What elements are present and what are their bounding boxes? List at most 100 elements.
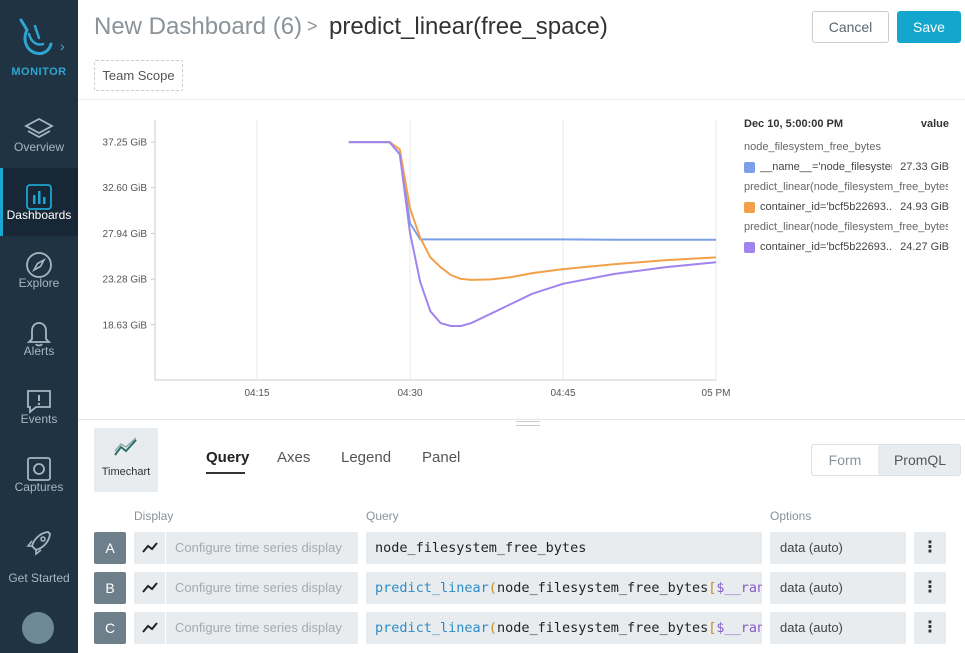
x-tick-label: 04:30: [397, 388, 422, 399]
display-config-field[interactable]: Configure time series display: [134, 572, 358, 604]
query-metric: node_filesystem_free_bytes: [375, 540, 587, 556]
tab-query[interactable]: Query: [206, 449, 249, 466]
query-input[interactable]: node_filesystem_free_bytes: [366, 532, 762, 564]
legend-series-name: container_id='bcf5b22693...': [760, 201, 892, 213]
mode-promql-button[interactable]: PromQL: [878, 445, 960, 475]
query-row: A Configure time series display node_fil…: [94, 532, 946, 564]
legend-swatch: [744, 162, 755, 173]
chart-type-label: Timechart: [101, 466, 151, 478]
line-style-icon[interactable]: [134, 532, 166, 564]
legend-series-name: container_id='bcf5b22693...': [760, 241, 892, 253]
sidebar-item-dashboards[interactable]: Dashboards: [0, 168, 78, 236]
x-tick-label: 04:15: [244, 388, 269, 399]
sidebar-item-label: Dashboards: [6, 208, 72, 222]
legend-timestamp: Dec 10, 5:00:00 PM: [744, 118, 844, 130]
resize-handle[interactable]: [516, 421, 540, 426]
chart-type-button[interactable]: Timechart: [94, 428, 158, 492]
sidebar-item-label: Explore: [18, 276, 60, 290]
legend-swatch: [744, 242, 755, 253]
more-vertical-icon[interactable]: ⋮: [914, 532, 946, 564]
column-header-options: Options: [770, 509, 812, 523]
y-tick-label: 27.94 GiB: [103, 229, 148, 240]
display-placeholder: Configure time series display: [175, 620, 342, 635]
query-variable: $__range: [716, 580, 762, 596]
chart-legend: Dec 10, 5:00:00 PM value node_filesystem…: [744, 118, 952, 257]
options-select[interactable]: data (auto): [770, 572, 906, 604]
query-function: predict_linear: [375, 580, 489, 596]
display-placeholder: Configure time series display: [175, 580, 342, 595]
query-row: B Configure time series display predict_…: [94, 572, 946, 604]
tab-legend[interactable]: Legend: [341, 449, 391, 466]
more-vertical-icon[interactable]: ⋮: [914, 572, 946, 604]
mode-form-button[interactable]: Form: [812, 445, 878, 475]
more-vertical-icon[interactable]: ⋮: [914, 612, 946, 644]
panel-divider: [78, 419, 965, 420]
sidebar-item-overview[interactable]: Overview: [0, 100, 78, 168]
query-row: C Configure time series display predict_…: [94, 612, 946, 644]
timechart-icon: [114, 437, 137, 456]
query-letter[interactable]: C: [94, 612, 126, 644]
legend-series-name: __name__='node_filesystem_free_bytes': [760, 161, 892, 173]
monitor-logo-icon: [19, 18, 53, 56]
legend-item[interactable]: container_id='bcf5b22693...' 24.93 GiB: [744, 197, 952, 217]
legend-value-header: value: [920, 118, 949, 130]
line-style-icon[interactable]: [134, 612, 166, 644]
y-tick-label: 37.25 GiB: [103, 138, 148, 149]
legend-item[interactable]: container_id='bcf5b22693...' 24.27 GiB: [744, 237, 952, 257]
tab-axes[interactable]: Axes: [277, 449, 310, 466]
options-select[interactable]: data (auto): [770, 532, 906, 564]
series-line: [348, 141, 717, 281]
column-header-query: Query: [366, 509, 399, 523]
display-config-field[interactable]: Configure time series display: [134, 612, 358, 644]
column-header-display: Display: [134, 509, 174, 523]
team-scope-button[interactable]: Team Scope: [94, 60, 183, 91]
y-tick-label: 23.28 GiB: [103, 275, 148, 286]
query-variable: $__range: [716, 620, 762, 636]
display-placeholder: Configure time series display: [175, 540, 342, 555]
query-mode-toggle: Form PromQL: [811, 444, 961, 476]
chevron-right-icon[interactable]: ›: [60, 38, 65, 54]
sidebar: › MONITOR Overview Dashboards Explore Al…: [0, 0, 78, 653]
brand-name: MONITOR: [11, 66, 67, 78]
rocket-icon: [26, 531, 51, 556]
legend-query: node_filesystem_free_bytes: [744, 141, 881, 153]
query-function: predict_linear: [375, 620, 489, 636]
breadcrumb[interactable]: New Dashboard (6): [94, 13, 302, 41]
legend-series-value: 24.27 GiB: [900, 241, 949, 253]
sidebar-item-label: Alerts: [23, 344, 55, 358]
sidebar-item-label: Overview: [13, 140, 64, 154]
query-input[interactable]: predict_linear(node_filesystem_free_byte…: [366, 612, 762, 644]
timechart-plot[interactable]: 04:15 04:30 04:45 05 PM 37.25 GiB 32.60 GiB 27…: [78, 100, 738, 420]
legend-query: predict_linear(node_filesystem_free_byte…: [744, 181, 948, 193]
query-metric: node_filesystem_free_bytes: [496, 580, 709, 596]
page-title[interactable]: predict_linear(free_space): [329, 13, 608, 41]
query-paren: (: [488, 620, 497, 636]
sidebar-item-events[interactable]: Events: [0, 372, 78, 440]
tab-panel[interactable]: Panel: [422, 449, 460, 466]
legend-series-value: 27.33 GiB: [900, 161, 949, 173]
legend-series-value: 24.93 GiB: [900, 201, 949, 213]
query-letter[interactable]: B: [94, 572, 126, 604]
brand-logo[interactable]: › MONITOR: [0, 10, 78, 80]
x-tick-label: 05 PM: [702, 388, 731, 399]
legend-item[interactable]: __name__='node_filesystem_free_bytes' 27…: [744, 157, 952, 177]
query-paren: (: [488, 580, 497, 596]
y-tick-label: 18.63 GiB: [103, 320, 148, 331]
sidebar-item-captures[interactable]: Captures: [0, 440, 78, 508]
sidebar-item-alerts[interactable]: Alerts: [0, 304, 78, 372]
query-input[interactable]: predict_linear(node_filesystem_free_byte…: [366, 572, 762, 604]
sidebar-item-get-started[interactable]: Get Started: [0, 518, 78, 588]
avatar[interactable]: [22, 612, 54, 644]
sidebar-item-explore[interactable]: Explore: [0, 236, 78, 304]
line-style-icon[interactable]: [134, 572, 166, 604]
breadcrumb-separator: >: [307, 16, 318, 36]
query-letter[interactable]: A: [94, 532, 126, 564]
save-button[interactable]: Save: [897, 11, 961, 43]
cancel-button[interactable]: Cancel: [812, 11, 889, 43]
y-tick-label: 32.60 GiB: [103, 183, 148, 194]
display-config-field[interactable]: Configure time series display: [134, 532, 358, 564]
x-tick-label: 04:45: [550, 388, 575, 399]
legend-swatch: [744, 202, 755, 213]
options-select[interactable]: data (auto): [770, 612, 906, 644]
query-metric: node_filesystem_free_bytes: [496, 620, 709, 636]
